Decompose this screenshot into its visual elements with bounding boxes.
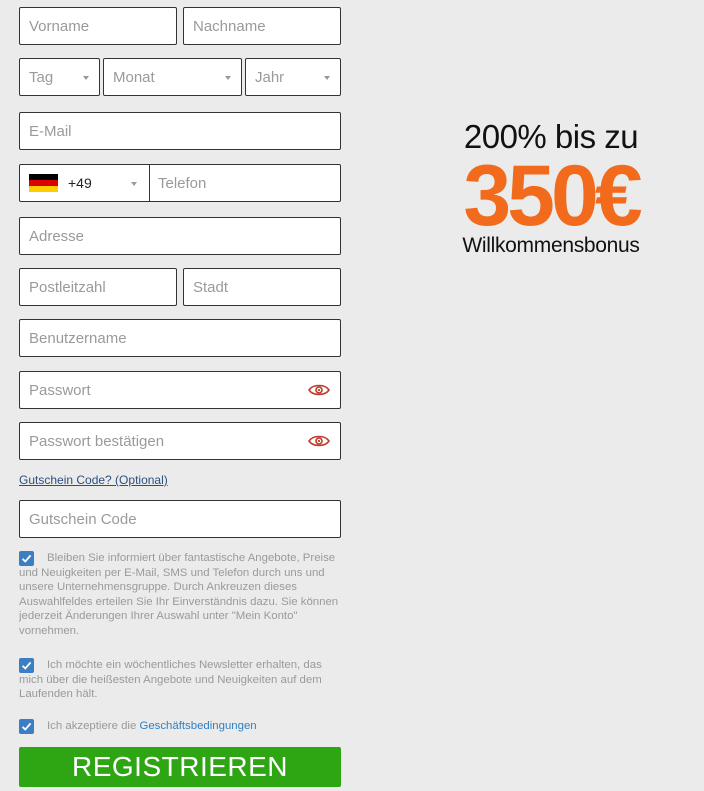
terms-link[interactable]: Geschäftsbedingungen [139,720,256,732]
welcome-bonus-banner: 200% bis zu 350€ Willkommensbonus [436,117,666,258]
consent-terms-text: Ich akzeptiere die Geschäftsbedingungen [19,719,341,734]
password-confirm-placeholder: Passwort bestätigen [29,432,165,450]
country-code-select[interactable]: +49 [20,165,150,201]
consent-terms-row: Ich akzeptiere die Geschäftsbedingungen [19,719,341,734]
postal-code-field[interactable]: Postleitzahl [19,268,177,306]
address-placeholder: Adresse [29,227,85,245]
birth-month-label: Monat [113,68,155,86]
last-name-field[interactable]: Nachname [183,7,341,45]
voucher-code-field[interactable]: Gutschein Code [19,500,341,538]
phone-placeholder: Telefon [158,174,207,192]
chevron-down-icon [324,76,330,80]
city-field[interactable]: Stadt [183,268,341,306]
checkbox-checked-icon[interactable] [19,658,34,673]
password-placeholder: Passwort [29,381,91,399]
phone-input[interactable]: Telefon [150,175,206,192]
email-placeholder: E-Mail [29,122,72,140]
consent-terms-prefix: Ich akzeptiere die [47,720,137,732]
birth-day-select[interactable]: Tag [19,58,100,96]
chevron-down-icon [131,182,137,186]
consent-newsletter-text: Ich möchte ein wöchentliches Newsletter … [19,659,322,700]
voucher-code-placeholder: Gutschein Code [29,510,137,528]
consent-offers-row: Bleiben Sie informiert über fantastische… [19,551,341,638]
consent-offers-text: Bleiben Sie informiert über fantastische… [19,552,339,637]
checkbox-checked-icon[interactable] [19,551,34,566]
birth-year-select[interactable]: Jahr [245,58,341,96]
birth-month-select[interactable]: Monat [103,58,242,96]
city-placeholder: Stadt [193,278,229,296]
germany-flag-icon [29,173,58,193]
username-placeholder: Benutzername [29,329,127,347]
eye-icon[interactable] [308,434,330,448]
birth-day-label: Tag [29,68,54,86]
bonus-label-text: Willkommensbonus [462,234,640,257]
last-name-placeholder: Nachname [193,17,266,35]
first-name-field[interactable]: Vorname [19,7,177,45]
voucher-code-link[interactable]: Gutschein Code? (Optional) [19,473,168,487]
first-name-placeholder: Vorname [29,17,90,35]
chevron-down-icon [225,76,231,80]
address-field[interactable]: Adresse [19,217,341,255]
birth-year-label: Jahr [255,68,285,86]
email-field[interactable]: E-Mail [19,112,341,150]
eye-icon[interactable] [308,383,330,397]
password-field[interactable]: Passwort [19,371,341,409]
bonus-amount-text: 350€ [463,148,642,244]
consent-newsletter-row: Ich möchte ein wöchentliches Newsletter … [19,658,341,702]
username-field[interactable]: Benutzername [19,319,341,357]
phone-field: +49 Telefon [19,164,341,202]
postal-code-placeholder: Postleitzahl [29,278,106,296]
register-button[interactable]: REGISTRIEREN [19,747,341,787]
password-confirm-field[interactable]: Passwort bestätigen [19,422,341,460]
country-dial-code: +49 [68,175,92,191]
checkbox-checked-icon[interactable] [19,719,34,734]
chevron-down-icon [83,76,89,80]
